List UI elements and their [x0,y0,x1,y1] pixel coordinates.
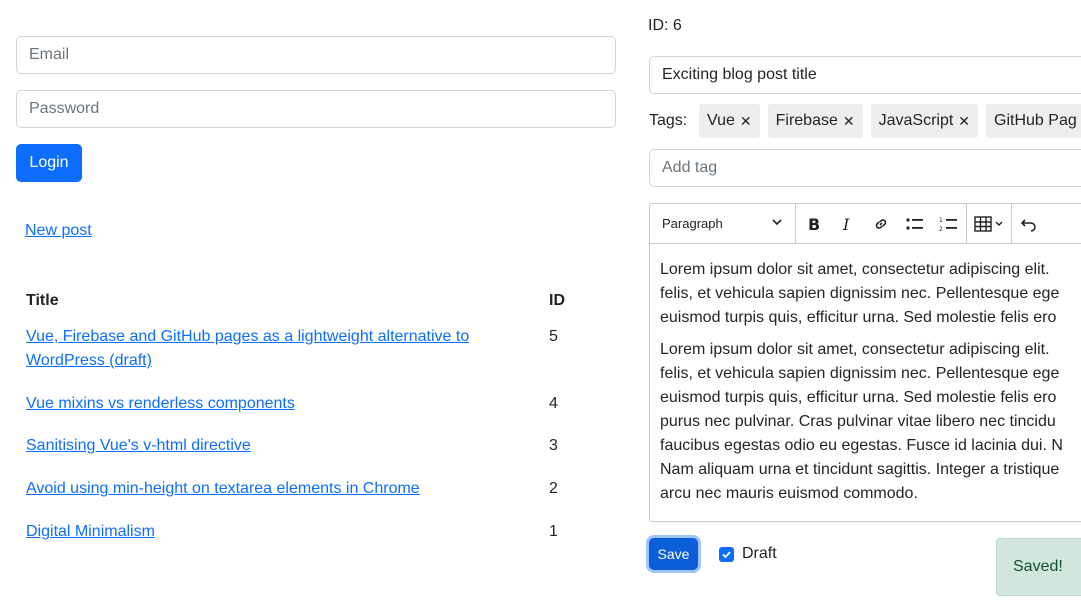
toast-message: Saved! [1013,558,1063,575]
saved-toast: Saved! [996,538,1081,596]
post-title-input[interactable] [649,56,1081,94]
draft-checkbox-group: Draft [719,545,777,563]
remove-tag-icon[interactable]: ✕ [958,113,970,130]
text-line: arcu nec mauris euismod commodo. [660,485,918,502]
draft-checkbox[interactable] [719,546,734,562]
tag-chip: JavaScript ✕ [870,104,979,138]
post-title-link[interactable]: Digital Minimalism [26,520,506,544]
email-field[interactable] [16,36,616,74]
tag-label: Vue [707,112,735,129]
paragraph: Lorem ipsum dolor sit amet, consectetur … [660,258,1081,330]
italic-icon[interactable]: I [830,204,864,244]
add-tag-input[interactable] [649,149,1081,187]
paragraph: Lorem ipsum dolor sit amet, consectetur … [660,338,1081,506]
text-line: Lorem ipsum dolor sit amet, consectetur … [660,261,1050,278]
tag-label: Firebase [775,112,838,129]
text-line: felis, et vehicula sapien dignissim nec.… [660,285,1060,302]
password-field[interactable] [16,90,616,128]
tag-label: GitHub Pag [994,112,1077,129]
draft-label: Draft [742,545,777,562]
tag-label: JavaScript [878,112,954,129]
tags-label: Tags: [649,112,688,129]
numbered-list-icon[interactable]: 12 [932,204,966,244]
link-icon[interactable] [864,204,898,244]
svg-text:1: 1 [939,217,943,224]
save-button[interactable]: Save [649,538,698,570]
post-title-link[interactable]: Avoid using min-height on textarea eleme… [26,477,506,501]
remove-tag-icon[interactable]: ✕ [740,113,752,130]
chevron-down-icon [771,216,783,231]
post-id: 2 [549,480,558,497]
post-id: 5 [549,328,558,345]
rich-text-editor: Paragraph B I 12 Lorem ipsum dolor sit a… [649,203,1081,522]
text-line: faucibus egestas odio eu egestas. Fusce … [660,437,1063,454]
login-button[interactable]: Login [16,144,82,182]
table-icon[interactable] [967,204,1011,244]
id-column-header: ID [549,292,565,309]
editor-content[interactable]: Lorem ipsum dolor sit amet, consectetur … [650,244,1081,521]
tag-chip: Firebase ✕ [767,104,863,138]
bullet-list-icon[interactable] [898,204,932,244]
block-format-label: Paragraph [662,216,723,231]
new-post-link[interactable]: New post [25,222,92,240]
block-format-dropdown[interactable]: Paragraph [650,204,796,244]
text-line: Lorem ipsum dolor sit amet, consectetur … [660,341,1050,358]
post-id: 3 [549,437,558,454]
editor-toolbar: Paragraph B I 12 [650,204,1081,244]
svg-text:B: B [808,216,820,232]
text-line: Nam aliquam urna et tincidunt sagittis. … [660,461,1060,478]
post-id: 4 [549,395,558,412]
text-line: euismod turpis quis, efficitur urna. Sed… [660,389,1057,406]
post-title-link[interactable]: Vue mixins vs renderless components [26,392,506,416]
tag-list: Vue ✕ Firebase ✕ JavaScript ✕ GitHub Pag [699,104,1081,138]
post-title-link[interactable]: Vue, Firebase and GitHub pages as a ligh… [26,325,506,373]
post-title-link[interactable]: Sanitising Vue's v-html directive [26,434,506,458]
post-id-label: ID: 6 [648,17,682,34]
text-line: felis, et vehicula sapien dignissim nec.… [660,365,1060,382]
tag-chip: GitHub Pag [986,104,1081,138]
remove-tag-icon[interactable]: ✕ [843,113,855,130]
svg-text:I: I [842,216,850,232]
svg-text:2: 2 [939,226,943,233]
bold-icon[interactable]: B [796,204,830,244]
post-id: 1 [549,523,558,540]
text-line: euismod turpis quis, efficitur urna. Sed… [660,309,1057,326]
text-line: purus nec pulvinar. Cras pulvinar vitae … [660,413,1056,430]
undo-icon[interactable] [1012,204,1046,244]
tag-chip: Vue ✕ [699,104,760,138]
title-column-header: Title [26,292,59,309]
